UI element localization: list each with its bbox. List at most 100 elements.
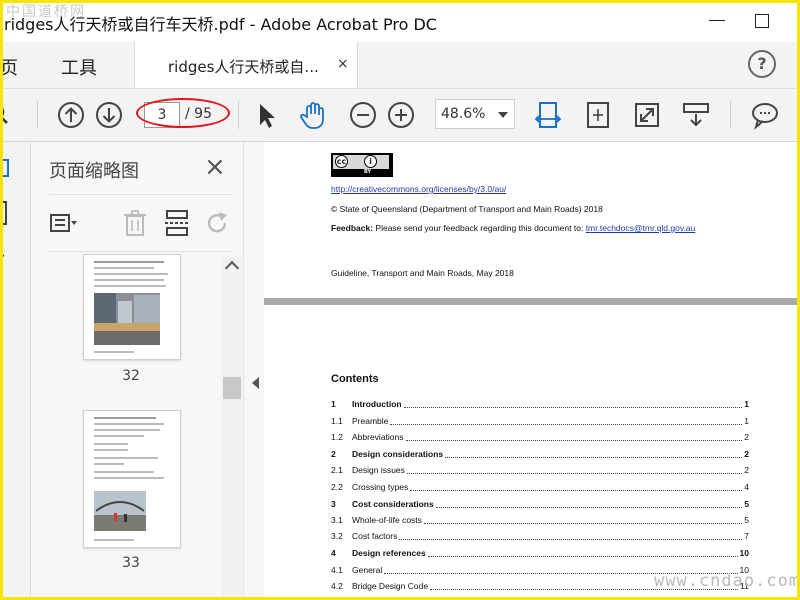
thumbnail-page-number: 32	[122, 368, 140, 384]
copyright-text: © State of Queensland (Department of Tra…	[331, 204, 603, 214]
scrollbar-thumb[interactable]	[223, 377, 241, 399]
scroll-mode-icon[interactable]	[681, 100, 711, 130]
toolbar-divider	[238, 101, 239, 129]
tab-bar: 主页 工具 ridges人行天桥或自... × ?	[0, 42, 800, 89]
title-bar: 中国道桥网 ridges人行天桥或自行车天桥.pdf - Adobe Acrob…	[0, 0, 800, 42]
delete-icon[interactable]	[121, 209, 149, 237]
zoom-level-value: 48.6%	[441, 106, 486, 122]
page-thumbnails-icon[interactable]	[0, 158, 14, 258]
contents-heading: Contents	[331, 373, 379, 385]
thumb-text-line	[94, 463, 124, 465]
help-icon[interactable]: ?	[748, 50, 776, 78]
minimize-button[interactable]	[706, 8, 732, 34]
full-screen-icon[interactable]	[632, 100, 662, 130]
toc-entry[interactable]: 1.1 Preamble 1	[331, 416, 749, 428]
thumb-text-line	[94, 285, 166, 287]
thumb-text-line	[94, 471, 154, 473]
toc-entry-page: 1	[744, 399, 749, 409]
previous-page-icon[interactable]	[56, 100, 86, 130]
thumb-text-line	[94, 443, 128, 445]
toc-entry-title: Design references	[352, 548, 426, 558]
feedback-label: Feedback:	[331, 223, 374, 233]
toc-entry-number: 4	[331, 548, 336, 558]
toc-entry-title: Abbreviations	[352, 432, 404, 442]
license-link[interactable]: http://creativecommons.org/licenses/by/3…	[331, 184, 506, 194]
toc-entry-page: 7	[744, 531, 749, 541]
toc-leader-dots	[428, 556, 738, 557]
scroll-up-arrow-icon[interactable]	[224, 260, 240, 276]
zoom-in-icon[interactable]	[386, 100, 416, 130]
toc-leader-dots	[390, 424, 742, 425]
toc-leader-dots	[436, 507, 742, 508]
feedback-email-link[interactable]: tmr.techdocs@tmr.qld.gov.au	[586, 223, 696, 233]
feedback-line: Feedback: Please send your feedback rega…	[331, 223, 695, 233]
tab-document-label: ridges人行天桥或自...	[168, 58, 319, 76]
panel-collapse-handle[interactable]	[244, 142, 264, 600]
window-title: ridges人行天桥或自行车天桥.pdf - Adobe Acrobat Pro…	[4, 15, 437, 34]
tab-home-label: 主页	[0, 58, 18, 79]
toc-entry-title: Design considerations	[352, 449, 444, 459]
toc-entry[interactable]: 1.2 Abbreviations 2	[331, 432, 749, 444]
toc-leader-dots	[445, 457, 742, 458]
next-page-icon[interactable]	[94, 100, 124, 130]
toc-entry[interactable]: 3 Cost considerations 5	[331, 499, 749, 511]
thumb-footer-line	[94, 351, 134, 353]
tab-close-icon[interactable]: ×	[337, 56, 349, 72]
toc-entry[interactable]: 3.1 Whole-of-life costs 5	[331, 515, 749, 527]
thumbnail-scrollbar[interactable]	[222, 257, 242, 600]
zoom-level-select[interactable]: 48.6%	[435, 99, 515, 129]
toc-entry-title: Cost factors	[352, 531, 398, 541]
toc-entry-title: Preamble	[352, 416, 389, 426]
options-menu-icon[interactable]	[49, 209, 77, 237]
toc-entry-title: Crossing types	[352, 482, 409, 492]
tab-document[interactable]: ridges人行天桥或自... ×	[134, 42, 358, 88]
rotate-icon[interactable]	[203, 209, 231, 237]
toc-entry[interactable]: 4 Design references 10	[331, 548, 749, 560]
toc-entry[interactable]: 2 Design considerations 2	[331, 449, 749, 461]
toc-leader-dots	[424, 523, 742, 524]
thumbnail-photo	[94, 491, 146, 531]
maximize-button[interactable]	[751, 8, 777, 34]
toc-entry-number: 1.2	[331, 432, 343, 442]
toc-entry-title: Cost considerations	[352, 499, 434, 509]
toc-entry-number: 2.1	[331, 465, 343, 475]
close-icon[interactable]: ×	[204, 152, 226, 182]
insert-pages-icon[interactable]	[163, 209, 191, 237]
toolbar: 3 / 95 48.6%	[0, 89, 800, 142]
left-nav-strip	[0, 142, 31, 600]
toc-leader-dots	[406, 440, 742, 441]
thumbnail-page[interactable]	[83, 254, 181, 360]
tab-home[interactable]: 主页	[0, 54, 36, 80]
zoom-out-icon[interactable]	[348, 100, 378, 130]
search-icon[interactable]	[0, 100, 16, 130]
thumbnail-page[interactable]	[83, 410, 181, 548]
toc-entry-page: 1	[744, 416, 749, 426]
thumbnail-page-number: 33	[122, 555, 140, 571]
thumb-text-line	[94, 435, 144, 437]
toc-entry-number: 3	[331, 499, 336, 509]
fit-page-icon[interactable]	[583, 100, 613, 130]
tab-tools[interactable]: 工具	[61, 54, 97, 80]
thumb-footer-line	[94, 539, 134, 541]
toc-entry[interactable]: 2.1 Design issues 2	[331, 465, 749, 477]
page-separator	[264, 298, 800, 305]
toc-entry-page: 10	[739, 548, 749, 558]
hand-tool-icon[interactable]	[298, 100, 328, 130]
feedback-text: Please send your feedback regarding this…	[373, 223, 586, 233]
panel-title: 页面缩略图	[49, 161, 139, 182]
toc-entry[interactable]: 1 Introduction 1	[331, 399, 749, 411]
toolbar-divider	[37, 101, 38, 129]
toc-entry[interactable]: 3.2 Cost factors 7	[331, 531, 749, 543]
thumb-text-line	[94, 261, 164, 263]
comment-icon[interactable]	[750, 100, 780, 130]
toc-entry[interactable]: 2.2 Crossing types 4	[331, 482, 749, 494]
select-cursor-icon[interactable]	[252, 100, 282, 130]
panel-toolbar	[49, 194, 233, 252]
thumbnail-panel: 页面缩略图 × 32 33	[31, 142, 244, 600]
fit-width-icon[interactable]	[533, 100, 563, 130]
thumb-text-line	[94, 423, 164, 425]
toc-entry-page: 2	[744, 465, 749, 475]
creative-commons-logo: cc i BY	[331, 153, 393, 177]
thumb-text-line	[94, 477, 164, 479]
collapse-arrow-icon[interactable]	[252, 377, 259, 389]
